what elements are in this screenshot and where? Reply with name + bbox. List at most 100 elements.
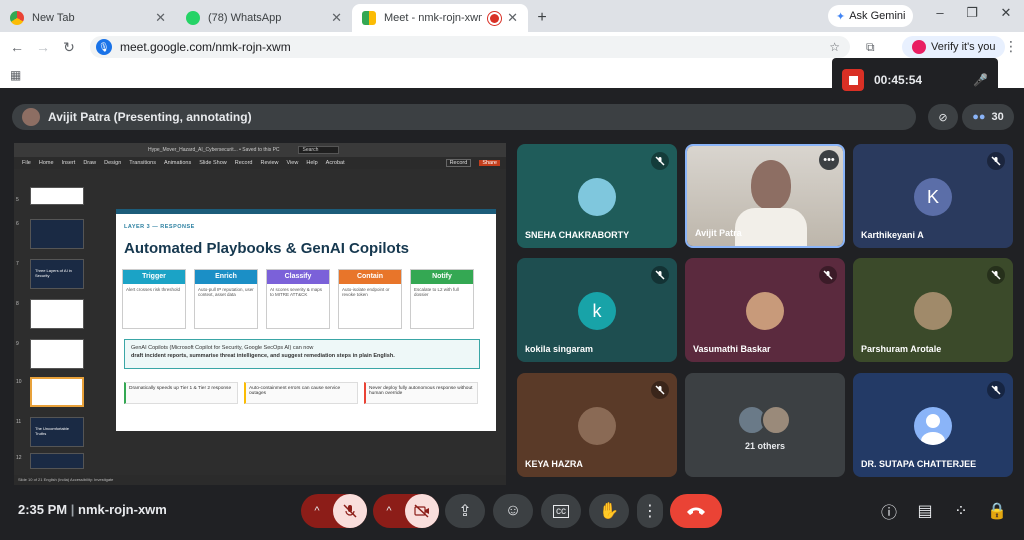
tab-whatsapp[interactable]: (78) WhatsApp ✕ (176, 4, 352, 32)
participant-name: DR. SUTAPA CHATTERJEE (861, 459, 977, 469)
url-text: meet.google.com/nmk-rojn-xwm (120, 40, 291, 54)
activities-icon[interactable]: ⁘ (950, 500, 972, 522)
people-icon: ●● (972, 111, 986, 123)
ppt-menu-item: Slide Show (199, 160, 227, 166)
stop-recording-button[interactable] (842, 69, 864, 91)
callout-line-1: GenAI Copilots (Microsoft Copilot for Se… (131, 345, 314, 351)
mic-off-icon (343, 504, 357, 518)
apps-grid-icon[interactable]: ▦ (10, 68, 21, 82)
site-info-icon[interactable]: 🎙 (96, 39, 112, 55)
ppt-title: Hype_Mover_Hazard_AI_Cybersecurit... • S… (148, 147, 280, 153)
meet-icon (362, 11, 376, 25)
mic-icon[interactable]: 🎤 (973, 73, 988, 87)
step-text: Escalate to L2 with full dossier (414, 287, 459, 297)
participant-count: 30 (991, 111, 1004, 123)
back-icon[interactable]: ← (4, 39, 30, 55)
camera-options-chevron-icon[interactable]: ^ (373, 505, 405, 517)
more-vert-icon: ⋮ (642, 503, 658, 520)
forward-icon[interactable]: → (30, 39, 56, 55)
camera-off-tile-toggle[interactable]: ⊘ (928, 104, 958, 130)
tab-title: New Tab (32, 12, 75, 24)
raise-hand-button[interactable]: ✋ (589, 494, 629, 528)
host-controls-icon[interactable]: 🔒 (986, 500, 1008, 522)
tab-new-tab[interactable]: New Tab ✕ (0, 4, 176, 32)
avatar (746, 292, 784, 330)
thumb-number: 10 (16, 379, 22, 385)
participant-tile[interactable]: SNEHA CHAKRABORTY (517, 144, 677, 248)
mic-off-button[interactable] (333, 494, 367, 528)
others-tile[interactable]: 21 others (685, 373, 845, 477)
step-text: Auto-pull IP reputation, user context, a… (198, 287, 254, 297)
ppt-menu-item: Insert (61, 160, 76, 166)
close-icon[interactable]: ✕ (507, 10, 518, 26)
more-options-icon[interactable]: ••• (819, 150, 839, 170)
ppt-menu-item: Transitions (129, 160, 156, 166)
emoji-button[interactable]: ☺ (493, 494, 533, 528)
more-options-button[interactable]: ⋮ (637, 494, 663, 528)
minimize-button[interactable]: – (930, 5, 950, 20)
participant-name: KEYA HAZRA (525, 459, 583, 469)
camera-off-button[interactable] (405, 494, 439, 528)
new-tab-button[interactable]: + (528, 4, 556, 32)
ppt-menu-item: Home (38, 160, 54, 166)
slide-thumb: Three Layers of AI in Security (30, 259, 84, 289)
mic-off-icon (651, 266, 669, 284)
mic-off-icon (651, 381, 669, 399)
participant-tile[interactable]: DR. SUTAPA CHATTERJEE (853, 373, 1013, 477)
step-contain: Contain Auto-isolate endpoint or revoke … (338, 269, 402, 329)
step-title: Trigger (123, 270, 185, 284)
participant-tile[interactable]: Parshuram Arotale (853, 258, 1013, 362)
participant-tile[interactable]: ••• Avijit Patra (685, 144, 845, 248)
person-icon (914, 407, 952, 445)
presentation-screen: Hype_Mover_Hazard_AI_Cybersecurit... • S… (14, 143, 506, 485)
step-text: Auto-isolate endpoint or revoke token (342, 287, 390, 297)
participant-name: SNEHA CHAKRABORTY (525, 230, 630, 240)
avatar (578, 407, 616, 445)
menu-kebab-icon[interactable]: ⋮ (1004, 38, 1018, 55)
ppt-menubar: File Home Insert Draw Design Transitions… (14, 157, 506, 169)
thumb-number: 5 (16, 197, 19, 203)
gemini-icon: ✦ (836, 10, 846, 23)
chat-icon[interactable]: ▤ (914, 500, 936, 522)
video-off-icon: ⊘ (938, 111, 948, 124)
participant-tile[interactable]: Vasumathi Baskar (685, 258, 845, 362)
participant-name: Vasumathi Baskar (693, 344, 771, 354)
participant-tile[interactable]: k kokila singaram (517, 258, 677, 362)
ppt-menu-item: Design (104, 160, 122, 166)
info-icon[interactable]: ⓘ (878, 500, 900, 522)
leave-call-button[interactable] (670, 494, 722, 528)
captions-button[interactable]: cc (541, 494, 581, 528)
url-field[interactable]: 🎙 meet.google.com/nmk-rojn-xwm ☆ (90, 36, 850, 58)
emoji-icon: ☺ (504, 502, 522, 519)
restore-button[interactable]: ❐ (962, 5, 982, 21)
recording-dot-icon (490, 13, 500, 23)
step-trigger: Trigger Alert crosses risk threshold (122, 269, 186, 329)
reload-icon[interactable]: ↻ (56, 39, 82, 56)
hand-icon: ✋ (599, 503, 619, 520)
chrome-icon (10, 11, 24, 25)
tab-title: Meet - nmk-rojn-xwm (384, 12, 483, 24)
close-window-button[interactable]: ✕ (996, 5, 1016, 21)
ppt-search: Search (297, 146, 340, 154)
cast-icon[interactable]: ⧉ (866, 40, 875, 55)
note-pro: Dramatically speeds up Tier 1 & Tier 2 r… (124, 382, 238, 404)
presenter-bar[interactable]: Avijit Patra (Presenting, annotating) (12, 104, 916, 130)
participant-tile[interactable]: K Karthikeyani A (853, 144, 1013, 248)
video-off-icon (414, 504, 429, 518)
present-screen-button[interactable]: ⇪ (445, 494, 485, 528)
bookmark-star-icon[interactable]: ☆ (829, 40, 840, 54)
close-icon[interactable]: ✕ (331, 10, 342, 26)
meeting-controls: 2:35 PM | nmk-rojn-xwm ^ ^ ⇪ ☺ cc ✋ ⋮ ⓘ … (0, 488, 1024, 540)
tab-meet[interactable]: Meet - nmk-rojn-xwm ✕ (352, 4, 528, 32)
participant-count-button[interactable]: ●● 30 (962, 104, 1014, 130)
meeting-code: nmk-rojn-xwm (78, 502, 167, 517)
step-title: Notify (411, 270, 473, 284)
close-icon[interactable]: ✕ (155, 10, 166, 26)
ask-gemini-button[interactable]: ✦ Ask Gemini (828, 5, 914, 27)
verify-profile-button[interactable]: Verify it's you (902, 36, 1006, 58)
participant-tile[interactable]: KEYA HAZRA (517, 373, 677, 477)
ppt-statusbar: Slide 10 of 21 English (India) Accessibi… (14, 475, 506, 485)
avatar: K (914, 178, 952, 216)
mic-options-chevron-icon[interactable]: ^ (301, 505, 333, 517)
step-title: Enrich (195, 270, 257, 284)
